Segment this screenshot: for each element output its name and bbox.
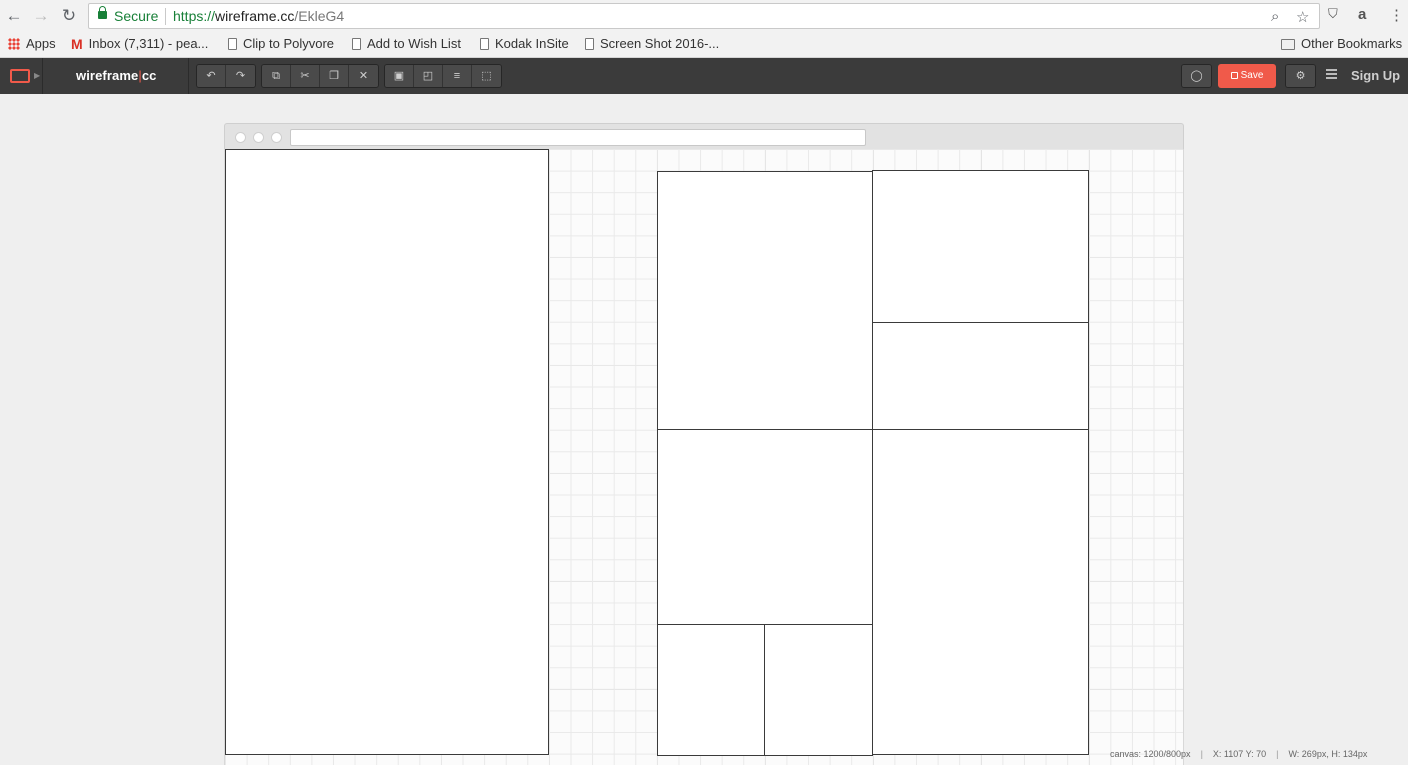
- brand-right: cc: [141, 68, 157, 83]
- bookmark-apps[interactable]: Apps: [8, 36, 56, 52]
- sign-up-link[interactable]: Sign Up: [1351, 68, 1400, 83]
- save-button[interactable]: Save: [1218, 64, 1276, 88]
- history-group: ↶ ↷: [196, 64, 256, 88]
- lock-icon: [98, 6, 107, 19]
- url-scheme: https://: [173, 8, 216, 24]
- brand-title: wireframe|cc: [76, 68, 156, 83]
- wireframe-box[interactable]: [657, 171, 873, 430]
- reload-icon[interactable]: ↻: [58, 5, 80, 27]
- comment-icon[interactable]: ◯: [1182, 65, 1211, 87]
- bookmark-label: Inbox (7,311) - pea...: [88, 36, 209, 51]
- window-dot: [235, 132, 246, 143]
- window-dot: [271, 132, 282, 143]
- wireframe-box[interactable]: [764, 624, 873, 756]
- redo-icon[interactable]: ↷: [226, 65, 255, 87]
- canvas-size-readout: canvas: 1200/800px: [1110, 749, 1191, 759]
- align-icon[interactable]: ≡: [443, 65, 472, 87]
- back-arrow-icon[interactable]: ←: [3, 5, 25, 27]
- bookmark-label: Clip to Polyvore: [243, 36, 335, 51]
- wireframe-box[interactable]: [657, 624, 766, 756]
- other-bookmarks-label: Other Bookmarks: [1301, 36, 1403, 51]
- wireframe-box[interactable]: [225, 149, 549, 755]
- browser-chrome: ← → ↻ Secure https://wireframe.cc/EkleG4…: [0, 0, 1408, 58]
- gmail-icon: M: [71, 36, 83, 52]
- bookmark-polyvore[interactable]: Clip to Polyvore: [228, 36, 334, 52]
- page-icon: [352, 38, 361, 50]
- folder-icon: [1281, 39, 1295, 50]
- page-icon: [480, 38, 489, 50]
- page-icon: [585, 38, 594, 50]
- bookmark-screenshot[interactable]: Screen Shot 2016-...: [585, 36, 719, 52]
- mockup-url-bar: [290, 129, 866, 146]
- toolbar-divider: [188, 58, 189, 94]
- toolbar-divider: [42, 58, 43, 94]
- menu-dots-icon[interactable]: ⋮: [1389, 6, 1404, 24]
- bookmark-label: Apps: [26, 36, 56, 51]
- arrange-group: ▣ ◰ ≡ ⬚: [384, 64, 502, 88]
- zoom-icon[interactable]: ⌕: [1271, 8, 1279, 25]
- url-text[interactable]: https://wireframe.cc/EkleG4: [173, 8, 344, 24]
- wireframe-box[interactable]: [872, 429, 1089, 755]
- url-host: wireframe.cc: [215, 8, 295, 24]
- apps-grid-icon: [8, 38, 20, 50]
- lock-icon[interactable]: ▣: [385, 65, 414, 87]
- omnibox-divider: [165, 8, 166, 25]
- bookmark-wishlist[interactable]: Add to Wish List: [352, 36, 461, 52]
- arrange-icon[interactable]: ◰: [414, 65, 443, 87]
- edit-group: ⧉ ✂ ❐ ✕: [261, 64, 379, 88]
- brand-left: wireframe: [76, 68, 139, 83]
- undo-icon[interactable]: ↶: [197, 65, 226, 87]
- bookmark-label: Add to Wish List: [367, 36, 461, 51]
- duplicate-icon[interactable]: ⧉: [262, 65, 291, 87]
- other-bookmarks[interactable]: Other Bookmarks: [1281, 36, 1402, 52]
- status-divider: |: [1276, 749, 1279, 759]
- hamburger-menu-icon[interactable]: [1326, 69, 1337, 79]
- bookmark-inbox[interactable]: M Inbox (7,311) - pea...: [71, 36, 208, 52]
- wireframe-logo-icon[interactable]: [10, 69, 30, 83]
- window-dot: [253, 132, 264, 143]
- status-bar: canvas: 1200/800px | X: 1107 Y: 70 | W: 269p…: [1110, 749, 1367, 763]
- bookmark-label: Screen Shot 2016-...: [600, 36, 720, 51]
- secure-label: Secure: [114, 8, 159, 24]
- url-path: /EkleG4: [294, 8, 345, 24]
- pocket-icon[interactable]: ⛉: [1328, 6, 1338, 22]
- address-bar[interactable]: Secure https://wireframe.cc/EkleG4 ⌕ ☆: [88, 3, 1320, 29]
- paste-icon[interactable]: ❐: [320, 65, 349, 87]
- page-icon: [228, 38, 237, 50]
- bookmarks-bar: Apps M Inbox (7,311) - pea... Clip to Pol…: [0, 32, 1408, 56]
- mockup-browser-frame: [224, 123, 1184, 149]
- settings-gear-icon[interactable]: ⚙: [1286, 65, 1315, 87]
- bookmark-kodak[interactable]: Kodak InSite: [480, 36, 569, 52]
- wireframe-box[interactable]: [657, 429, 873, 625]
- cut-icon[interactable]: ✂: [291, 65, 320, 87]
- settings-group: ⚙: [1285, 64, 1316, 88]
- wireframe-box[interactable]: [872, 170, 1089, 323]
- amazon-icon[interactable]: a: [1358, 6, 1366, 23]
- save-label: Save: [1240, 70, 1264, 81]
- comment-group: ◯: [1181, 64, 1212, 88]
- cursor-position-readout: X: 1107 Y: 70: [1212, 749, 1267, 759]
- wireframe-box[interactable]: [872, 322, 1089, 430]
- bookmark-star-icon[interactable]: ☆: [1296, 8, 1309, 26]
- delete-icon[interactable]: ✕: [349, 65, 378, 87]
- group-icon[interactable]: ⬚: [472, 65, 501, 87]
- forward-arrow-icon[interactable]: →: [30, 5, 52, 27]
- floppy-icon: [1230, 72, 1238, 79]
- app-toolbar: ▶ wireframe|cc ↶ ↷ ⧉ ✂ ❐ ✕ ▣ ◰ ≡ ⬚ ◯ Sav…: [0, 58, 1408, 94]
- caret-right-icon[interactable]: ▶: [34, 71, 40, 80]
- status-divider: |: [1200, 749, 1203, 759]
- bookmark-label: Kodak InSite: [495, 36, 569, 51]
- wireframe-canvas[interactable]: [224, 149, 1184, 765]
- selection-size-readout: W: 269px, H: 134px: [1288, 749, 1368, 759]
